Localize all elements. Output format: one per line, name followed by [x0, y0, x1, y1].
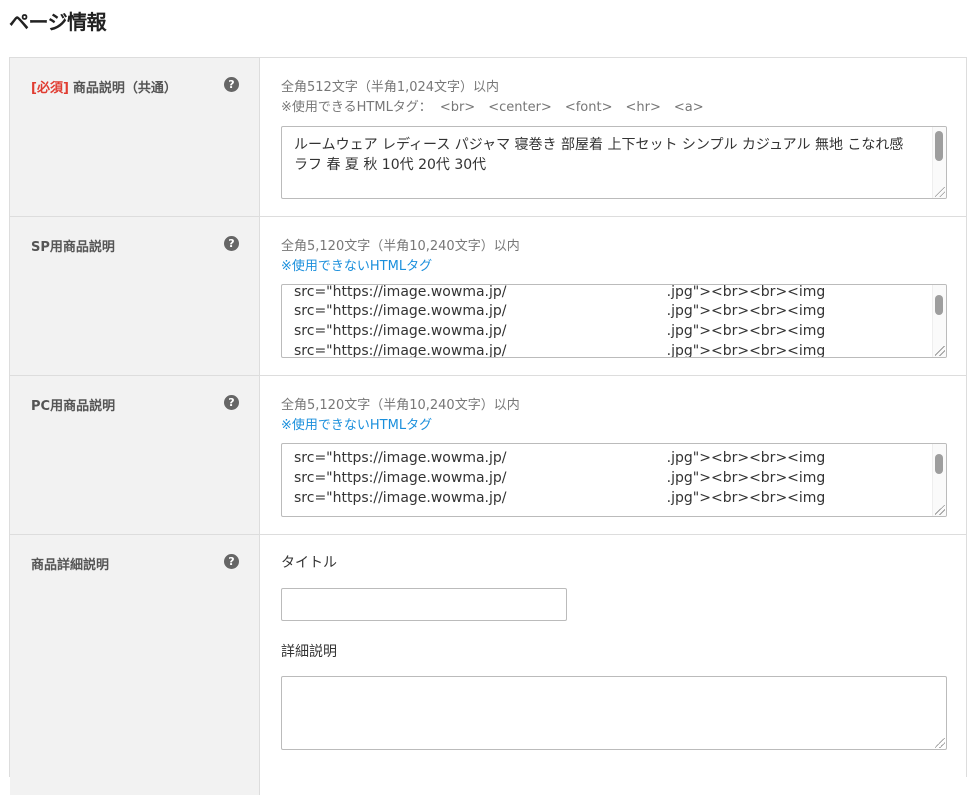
- textarea-line: ラフ 春 夏 秋 10代 20代 30代: [294, 157, 487, 173]
- scrollbar-thumb[interactable]: [935, 131, 943, 161]
- row-label-cell: PC用商品説明 ?: [10, 376, 260, 534]
- textarea-line: src="https://image.wowma.jp/ .jpg"><br><…: [294, 470, 826, 486]
- row-pc-description: PC用商品説明 ? 全角5,120文字（半角10,240文字）以内 ※使用できな…: [10, 376, 966, 535]
- textarea-line: src="https://image.wowma.jp/ .jpg"><br><…: [294, 450, 826, 466]
- resize-handle-icon[interactable]: [935, 346, 945, 356]
- detailed-description-label: 商品詳細説明: [31, 558, 110, 573]
- allowed-html-tags-prefix: ※使用できるHTMLタグ：: [281, 100, 432, 115]
- textarea-line: src="https://image.wowma.jp/ .jpg"><br><…: [294, 284, 826, 300]
- html-tag-hr: <hr>: [625, 100, 661, 115]
- common-description-label-text: 商品説明（共通）: [72, 81, 177, 96]
- scrollbar-thumb[interactable]: [935, 295, 943, 315]
- common-description-label: [必須] 商品説明（共通）: [31, 77, 177, 96]
- textarea-line: src="https://image.wowma.jp/ .jpg"><br><…: [294, 323, 826, 339]
- row-label-cell: [必須] 商品説明（共通） ?: [10, 58, 260, 216]
- detail-field-label: 詳細説明: [281, 644, 337, 660]
- textarea-line: src="https://image.wowma.jp/ .jpg"><br><…: [294, 343, 826, 358]
- title-input[interactable]: [281, 588, 567, 621]
- scrollbar-thumb[interactable]: [935, 454, 943, 474]
- disallowed-html-tags-link[interactable]: ※使用できないHTMLタグ: [281, 414, 432, 433]
- row-content-cell: 全角5,120文字（半角10,240文字）以内 ※使用できないHTMLタグ sr…: [261, 376, 966, 534]
- char-limit-text: 全角5,120文字（半角10,240文字）以内: [281, 239, 520, 254]
- row-label-cell: 商品詳細説明 ?: [10, 535, 260, 795]
- row-detailed-description: 商品詳細説明 ? タイトル 詳細説明: [10, 535, 966, 795]
- question-circle-icon[interactable]: ?: [224, 554, 239, 569]
- disallowed-html-tags-link[interactable]: ※使用できないHTMLタグ: [281, 255, 432, 274]
- char-limit-text: 全角512文字（半角1,024文字）以内: [281, 80, 500, 95]
- textarea-line: src="https://image.wowma.jp/ .jpg"><br><…: [294, 490, 826, 506]
- sp-description-label: SP用商品説明: [31, 240, 115, 255]
- question-circle-icon[interactable]: ?: [224, 77, 239, 92]
- page-title: ページ情報: [9, 10, 107, 34]
- html-tag-a: <a>: [673, 100, 704, 115]
- char-limit-text: 全角5,120文字（半角10,240文字）以内: [281, 398, 520, 413]
- textarea-line: ルームウェア レディース パジャマ 寝巻き 部屋着 上下セット シンプル カジュ…: [294, 137, 904, 153]
- row-label-cell: SP用商品説明 ?: [10, 217, 260, 375]
- html-tag-font: <font>: [564, 100, 613, 115]
- row-content-cell: 全角5,120文字（半角10,240文字）以内 ※使用できないHTMLタグ sr…: [261, 217, 966, 375]
- pc-description-label: PC用商品説明: [31, 399, 116, 414]
- pc-description-textarea[interactable]: src="https://image.wowma.jp/ .jpg"><br><…: [281, 443, 947, 517]
- common-description-textarea[interactable]: ルームウェア レディース パジャマ 寝巻き 部屋着 上下セット シンプル カジュ…: [281, 126, 947, 199]
- resize-handle-icon[interactable]: [935, 738, 945, 748]
- detail-description-textarea[interactable]: [281, 676, 947, 750]
- row-common-description: [必須] 商品説明（共通） ? 全角512文字（半角1,024文字）以内 ※使用で…: [10, 58, 966, 217]
- title-field-label: タイトル: [281, 555, 337, 571]
- allowed-html-tags-note: ※使用できるHTMLタグ： <br> <center> <font> <hr> <a>: [281, 96, 717, 115]
- html-tag-center: <center>: [488, 100, 552, 115]
- row-sp-description: SP用商品説明 ? 全角5,120文字（半角10,240文字）以内 ※使用できな…: [10, 217, 966, 376]
- resize-handle-icon[interactable]: [935, 505, 945, 515]
- textarea-line: src="https://image.wowma.jp/ .jpg"><br><…: [294, 303, 826, 319]
- row-content-cell: 全角512文字（半角1,024文字）以内 ※使用できるHTMLタグ： <br> <c…: [261, 58, 966, 216]
- question-circle-icon[interactable]: ?: [224, 236, 239, 251]
- sp-description-textarea[interactable]: src="https://image.wowma.jp/ .jpg"><br><…: [281, 284, 947, 358]
- row-content-cell: タイトル 詳細説明: [261, 535, 966, 795]
- page-info-form: [必須] 商品説明（共通） ? 全角512文字（半角1,024文字）以内 ※使用で…: [9, 57, 967, 795]
- question-circle-icon[interactable]: ?: [224, 395, 239, 410]
- resize-handle-icon[interactable]: [935, 187, 945, 197]
- html-tag-br: <br>: [439, 100, 476, 115]
- required-badge: [必須]: [31, 81, 69, 96]
